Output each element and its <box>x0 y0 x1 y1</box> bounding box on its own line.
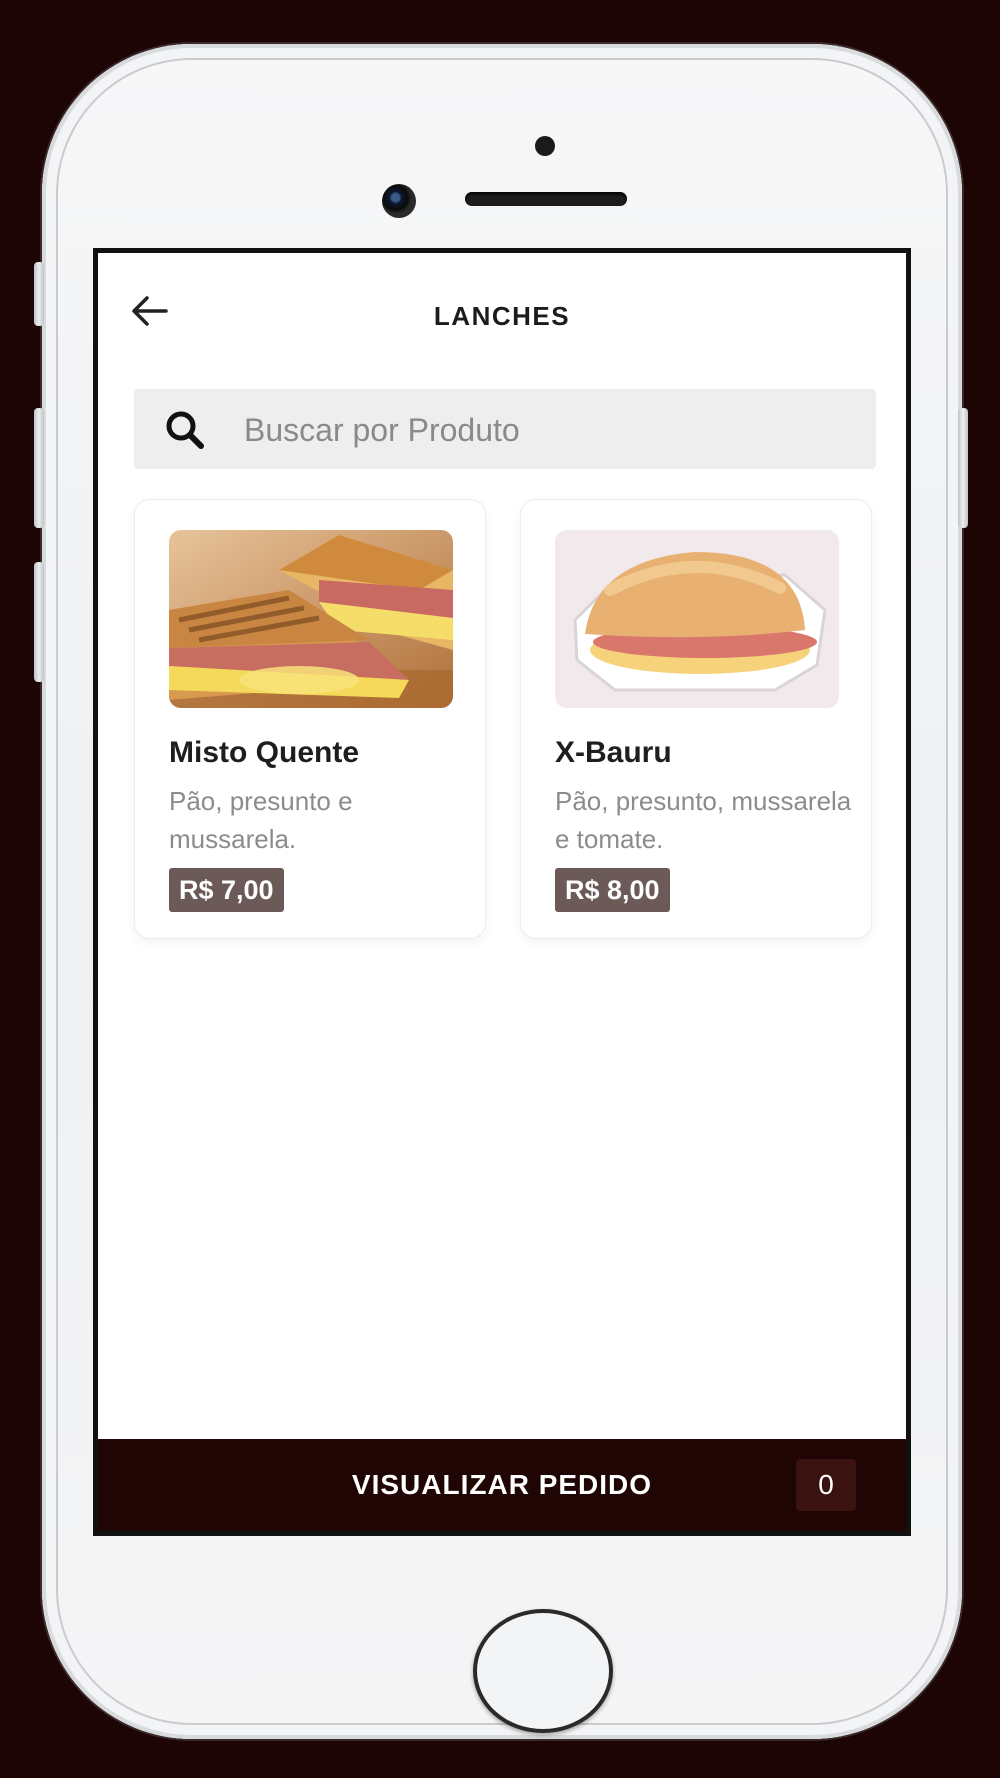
page-title: LANCHES <box>433 301 571 331</box>
earpiece-speaker <box>465 192 627 206</box>
search-input[interactable] <box>242 389 846 471</box>
order-count-badge: 0 <box>796 1459 856 1511</box>
product-card-x-bauru[interactable]: X-Bauru Pão, presunto, mussarela e tomat… <box>520 499 872 939</box>
product-price-badge: R$ 8,00 <box>555 868 670 912</box>
product-price-badge: R$ 7,00 <box>169 868 284 912</box>
proximity-sensor <box>535 136 555 156</box>
product-image <box>169 530 453 708</box>
mute-switch <box>34 262 44 326</box>
home-button[interactable] <box>473 1609 613 1733</box>
product-description: Pão, presunto, mussarela e tomate. <box>555 786 852 854</box>
search-icon <box>166 411 204 449</box>
product-card-misto-quente[interactable]: Misto Quente Pão, presunto e mussarela. … <box>134 499 486 939</box>
volume-up-button <box>34 408 44 528</box>
view-order-label: VISUALIZAR PEDIDO <box>351 1469 653 1500</box>
product-description: Pão, presunto e mussarela. <box>169 786 353 854</box>
product-image <box>555 530 839 708</box>
front-camera <box>382 184 416 218</box>
power-button <box>958 408 968 528</box>
product-name: Misto Quente <box>169 736 360 769</box>
search-bar[interactable] <box>134 389 876 471</box>
app-screen: LANCHES Buscar por Produto Misto Quente … <box>93 248 911 1536</box>
product-name: X-Bauru <box>555 736 672 769</box>
header: LANCHES <box>98 253 906 365</box>
view-order-button[interactable]: VISUALIZAR PEDIDO 0 <box>98 1439 906 1531</box>
volume-down-button <box>34 562 44 682</box>
